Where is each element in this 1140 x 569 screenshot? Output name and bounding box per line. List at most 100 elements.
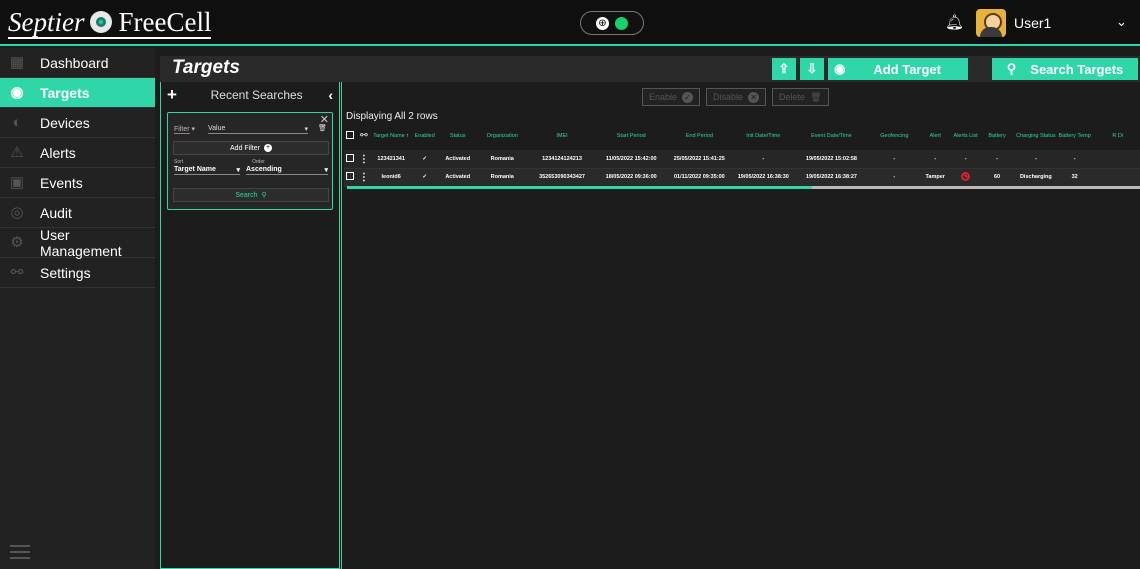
sort-value: Target Name [174, 166, 216, 173]
sidebar-item-events[interactable]: ▣ Events [0, 168, 155, 198]
row-checkbox[interactable] [344, 168, 357, 187]
row-actions: Enable ✓ Disable ✕ Delete 🗑︎ [642, 88, 829, 106]
export-button[interactable]: ⇩ [800, 58, 824, 80]
column-header[interactable]: End Period [665, 122, 733, 151]
sort-select[interactable]: Target Name ▾ [174, 166, 240, 175]
cell-alerts-list [950, 168, 981, 187]
add-target-button[interactable]: ◉ Add Target [828, 58, 968, 80]
column-header[interactable]: Event Date/Time [793, 122, 870, 151]
delete-label: Delete [779, 92, 806, 102]
column-header[interactable]: Init Date/Time [732, 122, 794, 151]
table-row[interactable]: ⋮ 123421341 ✓ Activated Romania 12341241… [344, 150, 1140, 169]
sidebar-item-label: User Management [39, 226, 122, 259]
cell-extra [1091, 168, 1140, 187]
trash-icon[interactable]: 🗑︎ [318, 124, 327, 132]
cell-alert: Tamper [919, 168, 951, 187]
column-header[interactable]: R Di [1091, 122, 1140, 151]
sidebar-item-label: Alerts [40, 144, 76, 161]
recent-searches-header: + Recent Searches ‹ [161, 82, 339, 108]
sidebar-item-user-management[interactable]: ⚙ User Management [0, 226, 155, 259]
row-checkbox[interactable] [344, 150, 357, 169]
sort-up-icon: ↑ [406, 132, 410, 139]
horizontal-scrollbar[interactable] [347, 186, 1140, 189]
download-icon: ⇩ [806, 61, 818, 76]
search-targets-button[interactable]: ⚲ Search Targets [992, 58, 1138, 80]
table-row[interactable]: ⋮ leonid6 ✓ Activated Romania 3526530903… [344, 168, 1140, 187]
brand-logo[interactable]: Septier FreeCell [8, 7, 212, 39]
chevron-down-icon: ▾ [324, 167, 328, 174]
chevron-down-icon: ▾ [191, 126, 196, 133]
column-header[interactable]: Alerts List [950, 122, 981, 151]
cell-charging-status: Discharging [1013, 168, 1058, 187]
column-header[interactable]: Charging Status [1013, 122, 1058, 151]
column-header[interactable]: Target Name ↑ [371, 122, 412, 151]
cell-target-name: 123421341 [371, 150, 412, 169]
bell-icon[interactable]: 🔔︎ [945, 13, 964, 31]
cell-end-period: 25/05/2022 15:41:25 [665, 150, 733, 169]
settings-icon: ⚯ [10, 263, 24, 281]
select-all-checkbox[interactable] [344, 122, 357, 151]
column-header[interactable]: IMEI [527, 122, 597, 151]
avatar[interactable] [976, 9, 1006, 37]
filter-select[interactable]: Filter ▾ [174, 125, 204, 134]
sidebar-item-devices[interactable]: ◐ Devices [0, 108, 155, 138]
column-header[interactable]: Organization [477, 122, 528, 151]
chevron-left-icon[interactable]: ‹ [328, 87, 333, 103]
plus-circle-icon: + [263, 144, 272, 152]
username[interactable]: User1 [1014, 15, 1051, 31]
x-circle-icon: ✕ [748, 91, 760, 103]
trash-icon: 🗑︎ [810, 91, 822, 102]
column-header[interactable]: Start Period [596, 122, 666, 151]
menu-icon[interactable] [10, 545, 30, 563]
row-menu-icon[interactable]: ⋮ [356, 168, 372, 187]
add-filter-button[interactable]: Add Filter + [173, 141, 329, 155]
connection-status[interactable]: ⊕ [580, 11, 644, 35]
column-header[interactable]: Battery Temp [1057, 122, 1092, 151]
globe-icon: ⊕ [596, 16, 609, 30]
order-select[interactable]: Ascending ▾ [246, 166, 328, 175]
enable-button[interactable]: Enable ✓ [642, 88, 701, 106]
alert-icon: ⚠ [10, 143, 24, 161]
sidebar-item-audit[interactable]: ◎ Audit [0, 198, 155, 228]
column-header[interactable]: Geofencing [869, 122, 920, 151]
search-icon: ⚲ [261, 192, 267, 199]
targets-table: ⚯ Target Name ↑ Enabled Status Organizat… [344, 122, 1140, 187]
sidebar-item-settings[interactable]: ⚯ Settings [0, 258, 155, 288]
cell-status: Activated [438, 168, 478, 187]
sidebar-item-dashboard[interactable]: ▦ Dashboard [0, 48, 155, 78]
sidebar-item-label: Settings [40, 264, 91, 281]
recent-searches-title: Recent Searches [210, 88, 303, 102]
search-button[interactable]: Search ⚲ [173, 188, 329, 202]
disable-label: Disable [713, 92, 744, 102]
add-target-label: Add Target [873, 61, 941, 77]
sidebar-item-label: Targets [40, 84, 90, 101]
column-header[interactable]: Alert [919, 122, 951, 151]
order-value: Ascending [246, 166, 282, 173]
delete-button[interactable]: Delete 🗑︎ [772, 88, 829, 106]
top-header: Septier FreeCell ⊕ 🔔︎ User1 ⌄ [0, 0, 1140, 46]
cell-alert: - [919, 150, 951, 169]
value-placeholder: Value [208, 125, 226, 132]
cell-end-period: 01/11/2022 09:35:00 [665, 168, 733, 187]
cell-init-date: - [732, 150, 794, 169]
app-window: Septier FreeCell ⊕ 🔔︎ User1 ⌄ ▦ Dashboar… [0, 0, 1140, 569]
column-header[interactable]: Status [438, 122, 478, 151]
cell-extra [1091, 150, 1140, 169]
sidebar-item-alerts[interactable]: ⚠ Alerts [0, 138, 155, 168]
plus-icon[interactable]: + [167, 85, 185, 105]
import-button[interactable]: ⇪ [772, 58, 796, 80]
sidebar-item-targets[interactable]: ◉ Targets [0, 78, 155, 108]
cell-enabled: ✓ [411, 168, 439, 187]
column-header[interactable]: Battery [980, 122, 1014, 151]
value-input[interactable]: Value ▾ [208, 125, 308, 134]
column-header[interactable]: Enabled [411, 122, 439, 151]
cell-enabled: ✓ [411, 150, 439, 169]
device-icon: ◐ [12, 113, 22, 131]
search-label: Search [235, 191, 258, 199]
row-menu-icon[interactable]: ⋮ [356, 150, 372, 169]
scrollbar-thumb[interactable] [812, 186, 1140, 189]
chevron-down-icon[interactable]: ⌄ [1116, 14, 1127, 30]
targets-main: Enable ✓ Disable ✕ Delete 🗑︎ Displaying … [341, 82, 1140, 569]
disable-button[interactable]: Disable ✕ [706, 88, 767, 106]
column-settings-icon[interactable]: ⚯ [356, 122, 372, 151]
